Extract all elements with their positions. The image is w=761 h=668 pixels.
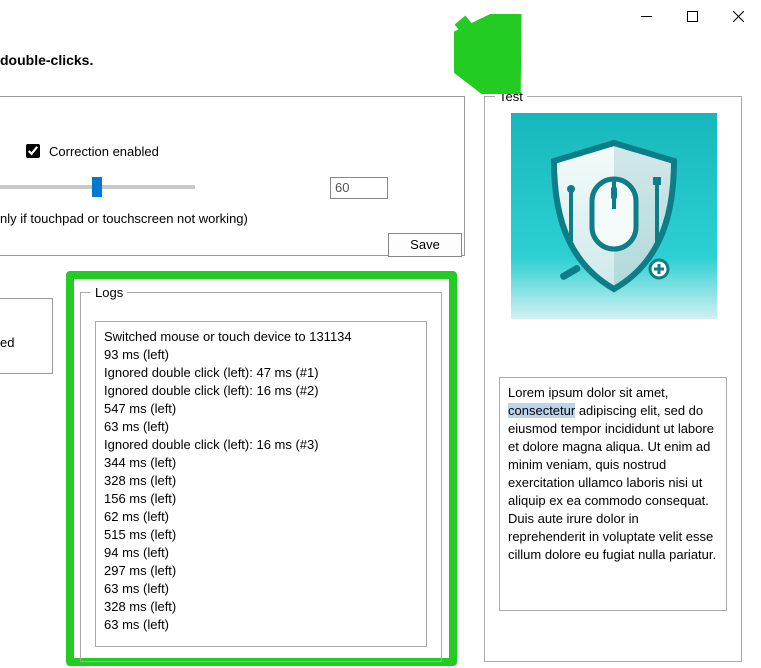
maximize-button[interactable] <box>669 0 715 32</box>
correction-panel: Correction enabled 60 nly if touchpad or… <box>0 96 465 256</box>
log-line: Ignored double click (left): 47 ms (#1) <box>104 364 418 382</box>
log-line: 344 ms (left) <box>104 454 418 472</box>
log-line: 63 ms (left) <box>104 580 418 598</box>
slider-thumb[interactable] <box>92 177 102 197</box>
logs-legend: Logs <box>91 285 127 300</box>
log-line: 62 ms (left) <box>104 508 418 526</box>
close-icon <box>733 11 744 22</box>
save-button[interactable]: Save <box>388 233 462 257</box>
test-p1-selection: consectetur <box>508 403 575 418</box>
minimize-button[interactable] <box>623 0 669 32</box>
truncated-panel: ed <box>0 298 53 374</box>
log-line: 63 ms (left) <box>104 418 418 436</box>
log-line: 63 ms (left) <box>104 616 418 634</box>
correction-checkbox[interactable] <box>26 144 40 158</box>
annotation-arrow-icon <box>454 14 524 94</box>
window-titlebar <box>623 0 761 32</box>
log-line: 94 ms (left) <box>104 544 418 562</box>
test-image[interactable] <box>511 113 717 319</box>
threshold-value-input[interactable]: 60 <box>330 177 388 199</box>
test-p2: Duis aute irure dolor in reprehenderit i… <box>508 511 716 562</box>
log-line: 328 ms (left) <box>104 598 418 616</box>
logs-textbox[interactable]: Switched mouse or touch device to 131134… <box>95 321 427 647</box>
page-heading: double-clicks. <box>0 52 93 68</box>
truncated-label: ed <box>0 335 14 350</box>
touchpad-hint: nly if touchpad or touchscreen not worki… <box>0 211 248 226</box>
maximize-icon <box>687 11 698 22</box>
log-line: 547 ms (left) <box>104 400 418 418</box>
log-line: 328 ms (left) <box>104 472 418 490</box>
shield-mouse-icon <box>529 131 699 301</box>
log-line: 156 ms (left) <box>104 490 418 508</box>
correction-checkbox-label: Correction enabled <box>49 144 159 159</box>
test-p1-pre: Lorem ipsum dolor sit amet, <box>508 385 668 400</box>
log-line: 93 ms (left) <box>104 346 418 364</box>
log-line: Switched mouse or touch device to 131134 <box>104 328 418 346</box>
test-legend: Test <box>495 89 527 104</box>
minimize-icon <box>641 11 652 22</box>
log-line: Ignored double click (left): 16 ms (#3) <box>104 436 418 454</box>
logs-group: Logs Switched mouse or touch device to 1… <box>80 292 442 662</box>
log-line: 297 ms (left) <box>104 562 418 580</box>
close-button[interactable] <box>715 0 761 32</box>
correction-checkbox-row[interactable]: Correction enabled <box>22 141 159 161</box>
threshold-slider[interactable] <box>0 185 195 189</box>
log-line: 515 ms (left) <box>104 526 418 544</box>
test-textarea[interactable]: Lorem ipsum dolor sit amet, consectetur … <box>499 377 727 611</box>
test-p1-post: adipiscing elit, sed do eiusmod tempor i… <box>508 403 714 508</box>
log-line: Ignored double click (left): 16 ms (#2) <box>104 382 418 400</box>
test-group: Test Lorem i <box>484 96 742 662</box>
